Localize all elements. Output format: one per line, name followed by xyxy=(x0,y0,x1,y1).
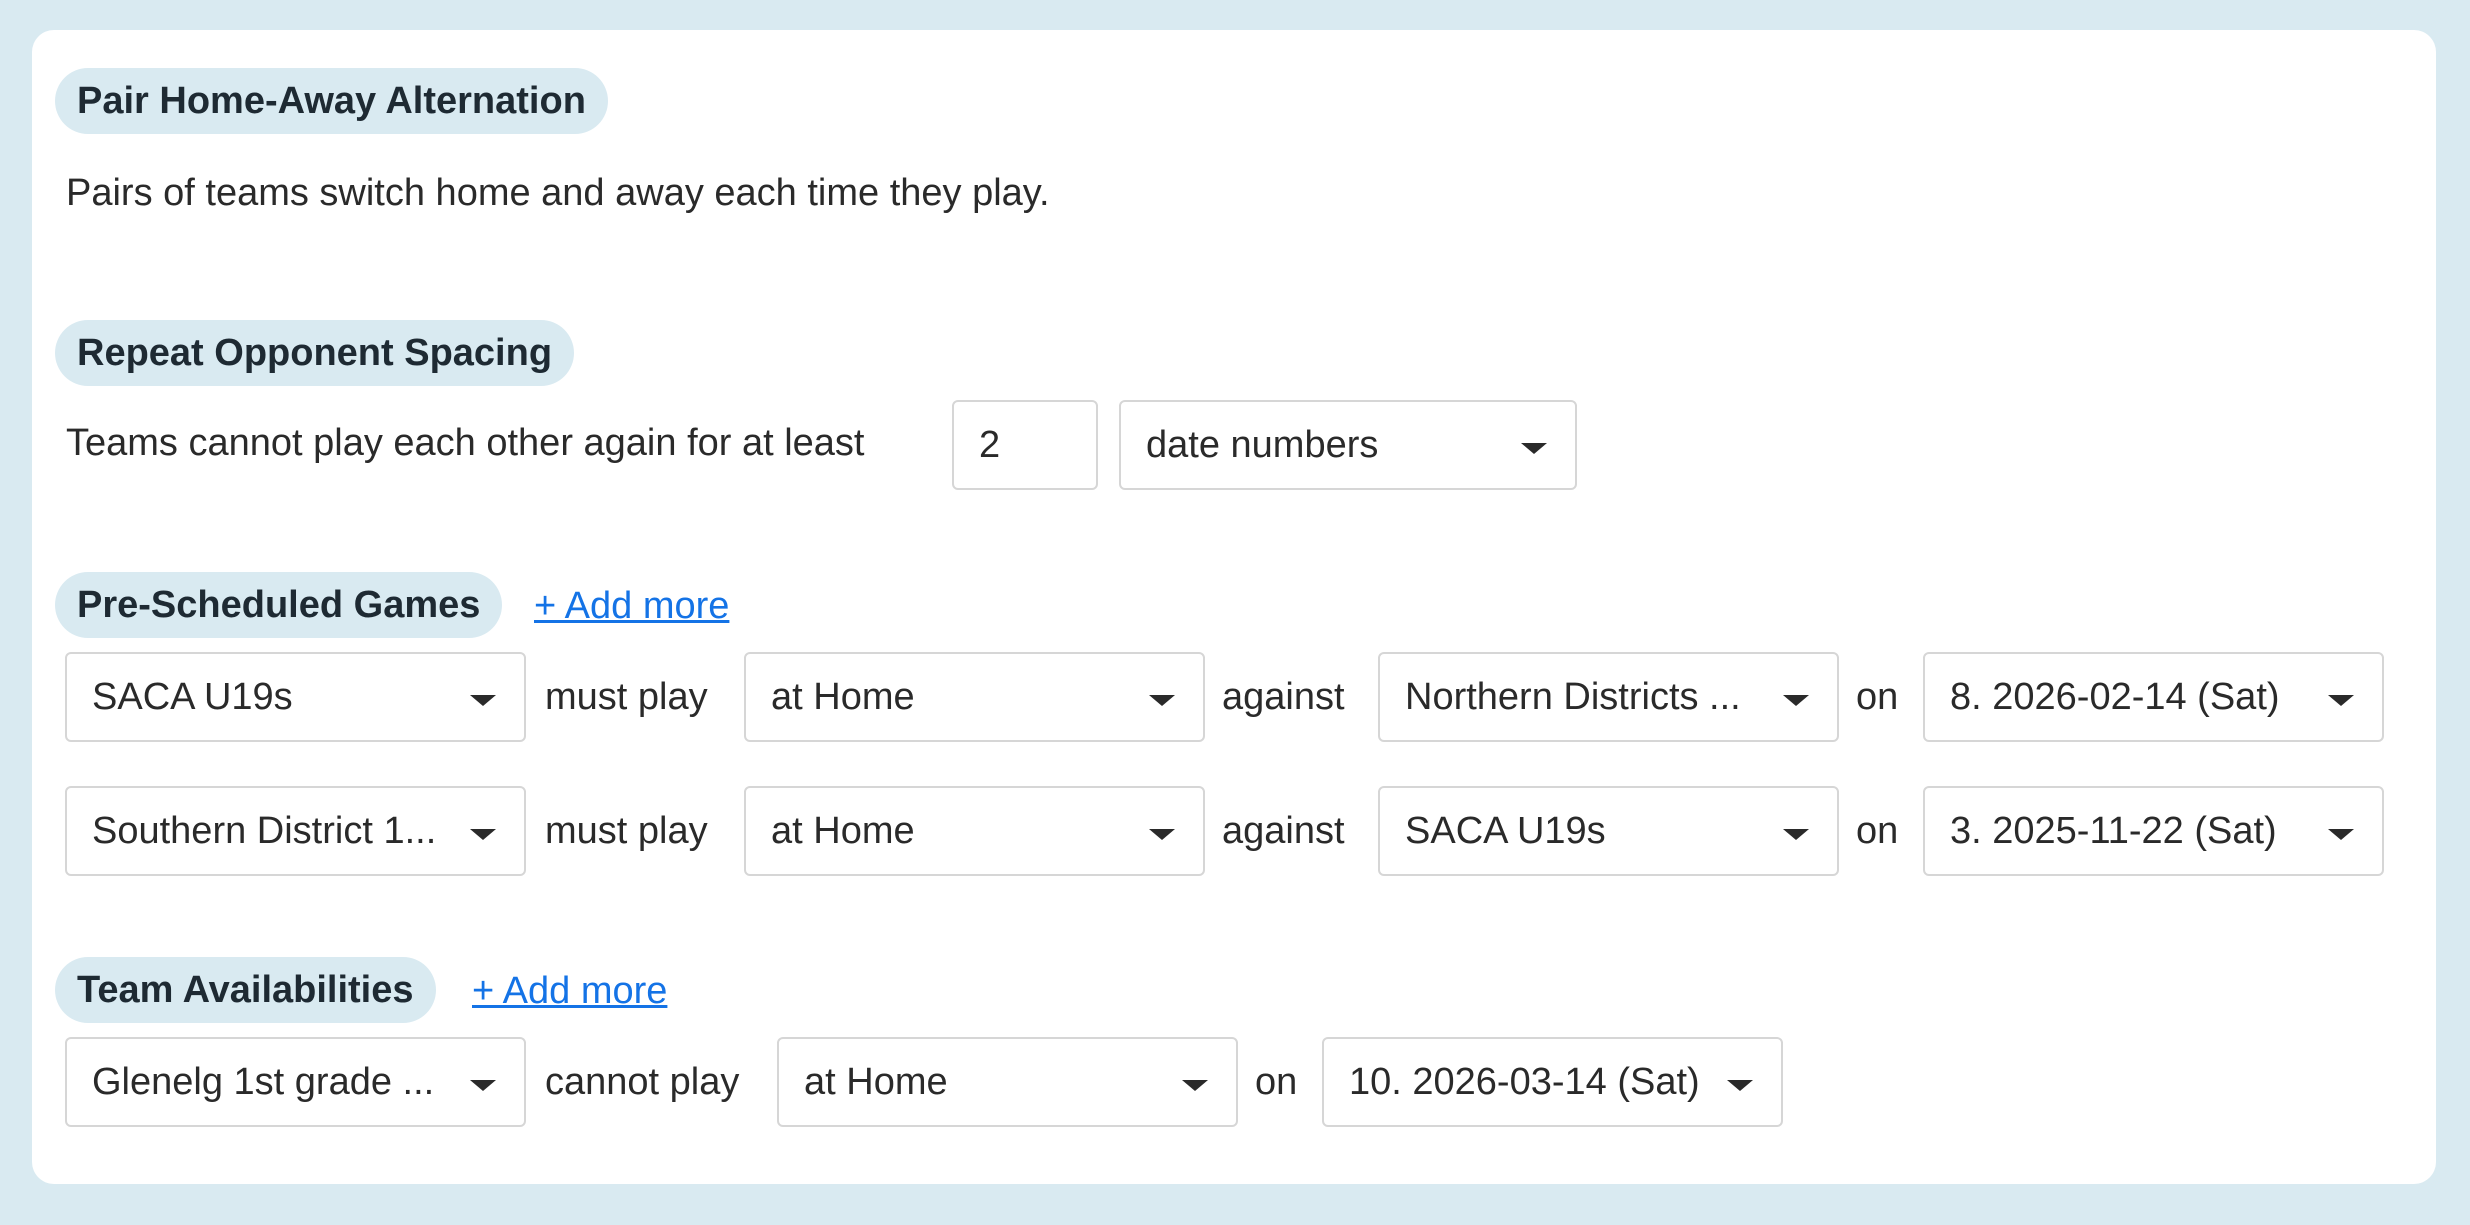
prescheduled-date-select[interactable]: 8. 2026-02-14 (Sat) xyxy=(1923,652,2384,742)
against-label: against xyxy=(1222,810,1345,852)
select-value: Southern District 1... xyxy=(92,810,437,852)
availability-team-select[interactable]: Glenelg 1st grade ... xyxy=(65,1037,526,1127)
prescheduled-team-select[interactable]: SACA U19s xyxy=(65,652,526,742)
chevron-down-icon xyxy=(470,1080,496,1091)
select-value: 8. 2026-02-14 (Sat) xyxy=(1950,676,2280,718)
prescheduled-add-more-link[interactable]: + Add more xyxy=(534,583,729,629)
chevron-down-icon xyxy=(1521,443,1547,454)
spacing-unit-value: date numbers xyxy=(1146,424,1379,466)
chevron-down-icon xyxy=(1783,695,1809,706)
chevron-down-icon xyxy=(470,829,496,840)
select-value: 3. 2025-11-22 (Sat) xyxy=(1950,810,2277,852)
chevron-down-icon xyxy=(1149,695,1175,706)
prescheduled-venue-select[interactable]: at Home xyxy=(744,652,1205,742)
select-value: at Home xyxy=(771,810,915,852)
section-title-prescheduled: Pre-Scheduled Games xyxy=(55,572,503,638)
chevron-down-icon xyxy=(1783,829,1809,840)
section-title-spacing: Repeat Opponent Spacing xyxy=(55,320,575,386)
against-label: against xyxy=(1222,676,1345,718)
select-value: SACA U19s xyxy=(92,676,293,718)
on-label: on xyxy=(1255,1061,1298,1103)
select-value: 10. 2026-03-14 (Sat) xyxy=(1349,1061,1700,1103)
prescheduled-venue-select[interactable]: at Home xyxy=(744,786,1205,876)
spacing-unit-select[interactable]: date numbers xyxy=(1119,400,1577,490)
chevron-down-icon xyxy=(1182,1080,1208,1091)
spacing-text: Teams cannot play each other again for a… xyxy=(66,422,865,464)
prescheduled-team-select[interactable]: Southern District 1... xyxy=(65,786,526,876)
availabilities-add-more-link[interactable]: + Add more xyxy=(472,968,667,1014)
chevron-down-icon xyxy=(470,695,496,706)
availability-venue-select[interactable]: at Home xyxy=(777,1037,1238,1127)
prescheduled-date-select[interactable]: 3. 2025-11-22 (Sat) xyxy=(1923,786,2384,876)
chevron-down-icon xyxy=(2328,695,2354,706)
alternation-description: Pairs of teams switch home and away each… xyxy=(66,172,1050,214)
prescheduled-opponent-select[interactable]: Northern Districts ... xyxy=(1378,652,1839,742)
chevron-down-icon xyxy=(1727,1080,1753,1091)
select-value: at Home xyxy=(771,676,915,718)
select-value: Glenelg 1st grade ... xyxy=(92,1061,435,1103)
prescheduled-opponent-select[interactable]: SACA U19s xyxy=(1378,786,1839,876)
section-title-alternation: Pair Home-Away Alternation xyxy=(55,68,608,134)
cannot-play-label: cannot play xyxy=(545,1061,740,1103)
chevron-down-icon xyxy=(2328,829,2354,840)
on-label: on xyxy=(1856,676,1899,718)
select-value: at Home xyxy=(804,1061,948,1103)
availability-date-select[interactable]: 10. 2026-03-14 (Sat) xyxy=(1322,1037,1783,1127)
must-play-label: must play xyxy=(545,810,708,852)
chevron-down-icon xyxy=(1149,829,1175,840)
section-title-availabilities: Team Availabilities xyxy=(55,957,436,1023)
spacing-value-input[interactable] xyxy=(952,400,1098,490)
select-value: Northern Districts ... xyxy=(1405,676,1741,718)
on-label: on xyxy=(1856,810,1899,852)
select-value: SACA U19s xyxy=(1405,810,1606,852)
must-play-label: must play xyxy=(545,676,708,718)
constraints-card: Pair Home-Away Alternation Pairs of team… xyxy=(32,30,2436,1184)
